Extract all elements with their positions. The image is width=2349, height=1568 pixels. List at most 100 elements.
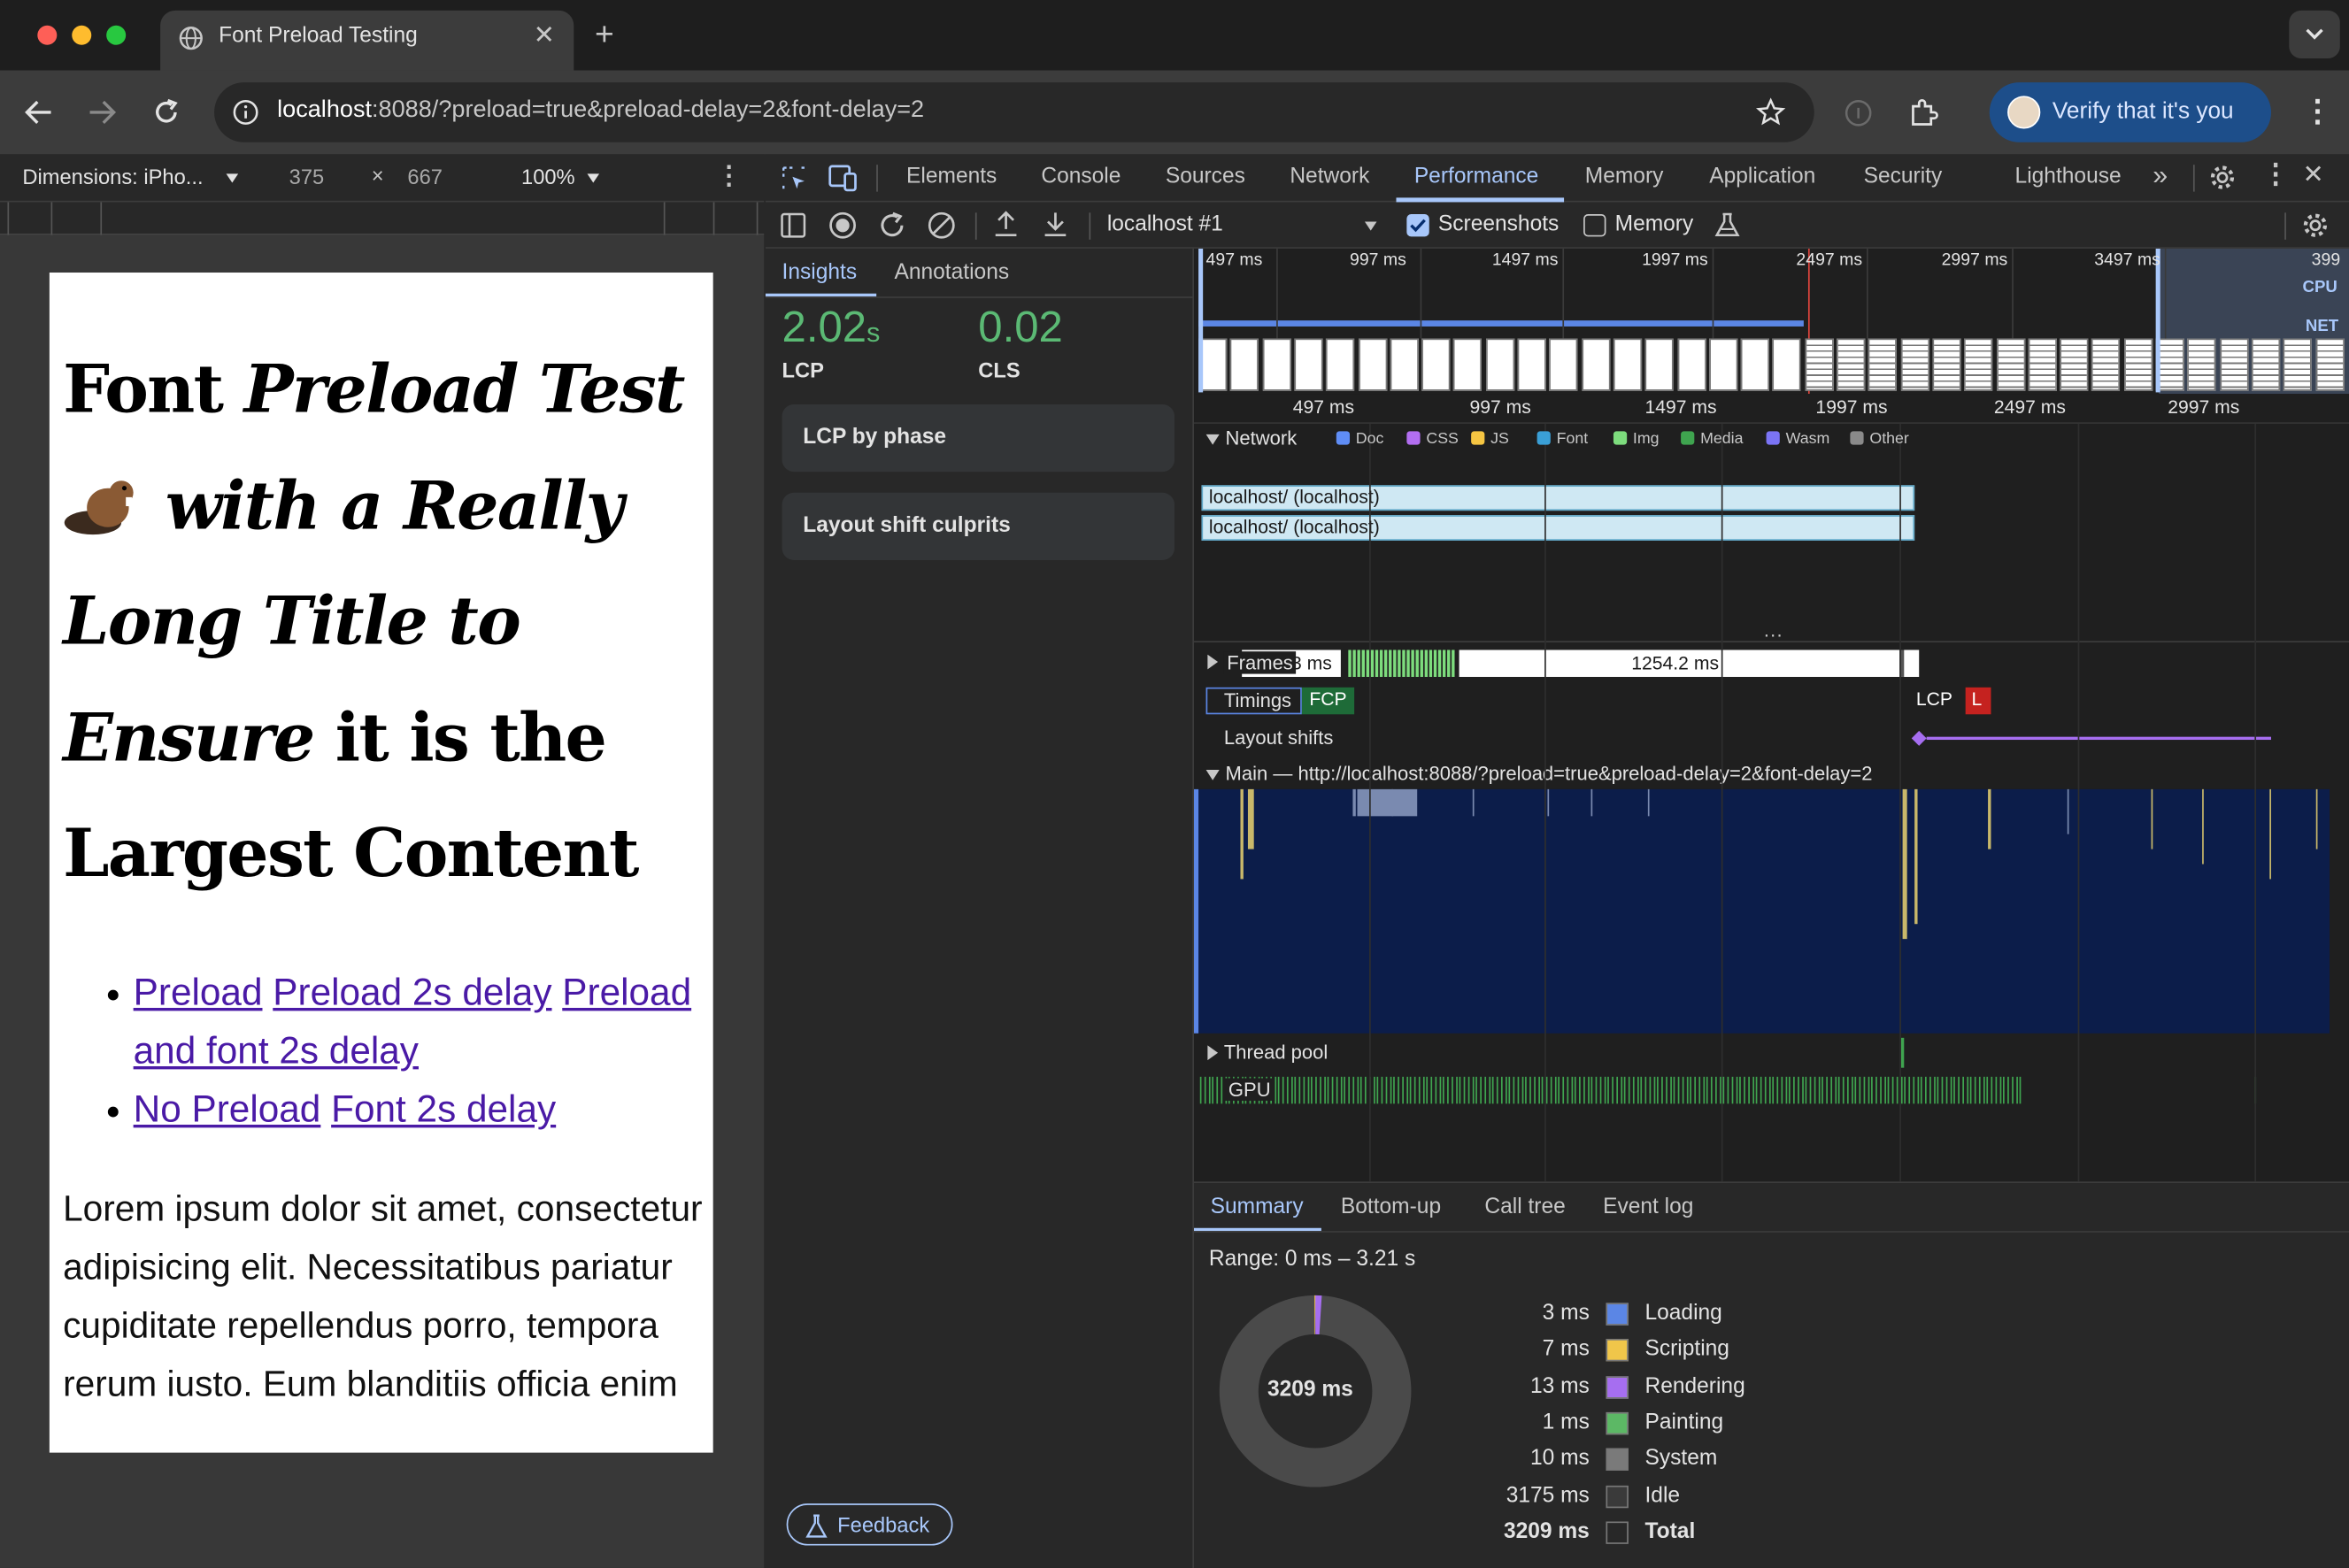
- tab-search-button[interactable]: [2289, 10, 2340, 59]
- fcp-marker[interactable]: FCP: [1301, 687, 1355, 715]
- browser-tab[interactable]: Font Preload Testing ✕: [160, 10, 574, 71]
- maximize-window-button[interactable]: [106, 25, 127, 45]
- layout-shift-marker[interactable]: L: [1965, 687, 1991, 715]
- tab-insights[interactable]: Insights: [782, 260, 858, 284]
- bookmark-star-icon[interactable]: [1756, 97, 1786, 127]
- new-tab-button[interactable]: +: [595, 15, 614, 54]
- reload-record-icon[interactable]: [878, 211, 906, 240]
- garbage-collect-icon[interactable]: [1714, 211, 1740, 240]
- filmstrip-frame[interactable]: [2251, 338, 2280, 391]
- link-font-2s-delay[interactable]: Font 2s delay: [331, 1088, 556, 1130]
- tab-summary[interactable]: Summary: [1211, 1195, 1304, 1219]
- tab-application[interactable]: Application: [1709, 165, 1815, 188]
- close-devtools-icon[interactable]: ✕: [2303, 160, 2324, 190]
- network-track-label[interactable]: Network: [1226, 427, 1298, 449]
- upload-icon[interactable]: [993, 210, 1019, 238]
- screenshots-checkbox[interactable]: [1406, 214, 1429, 237]
- main-thread-flamechart[interactable]: [1194, 788, 2330, 1034]
- layout-shifts-track-label[interactable]: Layout shifts: [1224, 726, 1334, 749]
- filmstrip-frame[interactable]: [1932, 338, 1961, 391]
- tab-annotations[interactable]: Annotations: [894, 260, 1009, 284]
- link-preload-2s-delay[interactable]: Preload 2s delay: [273, 972, 551, 1013]
- tab-security[interactable]: Security: [1864, 165, 1943, 188]
- main-thread-task[interactable]: [1357, 788, 1418, 817]
- tab-elements[interactable]: Elements: [906, 165, 997, 188]
- long-frame[interactable]: 1254.2 ms: [1459, 649, 1900, 677]
- recording-select[interactable]: localhost #1: [1107, 212, 1223, 236]
- feedback-button[interactable]: Feedback: [786, 1503, 953, 1546]
- thread-pool-track-label[interactable]: Thread pool: [1224, 1041, 1328, 1063]
- filmstrip-frame[interactable]: [2314, 338, 2345, 391]
- main-thread-task[interactable]: [1547, 788, 1550, 817]
- expand-triangle-icon[interactable]: [1205, 434, 1220, 447]
- gpu-track[interactable]: [1194, 1073, 2349, 1106]
- thread-pool-task[interactable]: [1900, 1037, 1905, 1068]
- clear-icon[interactable]: [928, 211, 956, 240]
- minimize-window-button[interactable]: [72, 25, 92, 45]
- filmstrip-frame[interactable]: [1549, 338, 1578, 391]
- site-info-icon[interactable]: [232, 99, 258, 126]
- more-tabs-icon[interactable]: »: [2153, 160, 2168, 192]
- tab-console[interactable]: Console: [1041, 165, 1121, 188]
- main-thread-task[interactable]: [1352, 788, 1356, 817]
- filmstrip-frame[interactable]: [1230, 338, 1259, 391]
- width-input[interactable]: 375: [289, 165, 325, 188]
- filmstrip-frame[interactable]: [1708, 338, 1738, 391]
- media-query-ruler[interactable]: [0, 202, 765, 235]
- capture-settings-icon[interactable]: [2301, 211, 2330, 240]
- devtools-menu-icon[interactable]: ⋮: [2262, 158, 2289, 190]
- filmstrip-frame[interactable]: [2091, 338, 2121, 391]
- main-thread-task[interactable]: [2067, 788, 2069, 834]
- filmstrip-frame[interactable]: [1868, 338, 1898, 391]
- link-no-preload[interactable]: No Preload: [134, 1088, 321, 1130]
- tab-performance[interactable]: Performance: [1414, 165, 1539, 188]
- frame[interactable]: [1900, 649, 1920, 677]
- filmstrip-frame[interactable]: [1613, 338, 1642, 391]
- toggle-sidebar-icon[interactable]: [781, 212, 806, 238]
- extensions-icon[interactable]: [1907, 96, 1940, 128]
- main-thread-task[interactable]: [1590, 788, 1593, 817]
- expand-triangle-icon[interactable]: [1205, 769, 1220, 782]
- tab-memory[interactable]: Memory: [1585, 165, 1664, 188]
- filmstrip-frame[interactable]: [1581, 338, 1610, 391]
- filmstrip-frame[interactable]: [2219, 338, 2248, 391]
- filmstrip-frame[interactable]: [1900, 338, 1929, 391]
- expand-triangle-icon[interactable]: [1207, 1045, 1219, 1061]
- filmstrip-frame[interactable]: [1453, 338, 1483, 391]
- layout-shift-diamond-icon[interactable]: [1910, 730, 1928, 746]
- main-thread-task[interactable]: [1240, 788, 1244, 880]
- main-thread-task[interactable]: [1902, 788, 1907, 940]
- filmstrip-frame[interactable]: [1485, 338, 1514, 391]
- record-icon[interactable]: [828, 211, 857, 240]
- filmstrip-frame[interactable]: [2187, 338, 2216, 391]
- main-thread-task[interactable]: [1988, 788, 1991, 849]
- tab-event-log[interactable]: Event log: [1603, 1195, 1693, 1219]
- download-icon[interactable]: [1043, 210, 1068, 238]
- device-menu-icon[interactable]: ⋮: [716, 162, 742, 192]
- device-mode-icon[interactable]: [828, 163, 859, 192]
- filmstrip-frame[interactable]: [2060, 338, 2089, 391]
- gpu-track-label[interactable]: GPU: [1223, 1078, 1275, 1101]
- range-handle-right[interactable]: [2155, 248, 2160, 393]
- main-thread-task[interactable]: [2315, 788, 2318, 849]
- tab-network[interactable]: Network: [1290, 165, 1369, 188]
- frames-track-label[interactable]: Frames: [1223, 651, 1297, 674]
- link-preload[interactable]: Preload: [134, 972, 263, 1013]
- tab-sources[interactable]: Sources: [1166, 165, 1245, 188]
- lcp-by-phase-card[interactable]: LCP by phase: [782, 404, 1174, 473]
- main-thread-task[interactable]: [2151, 788, 2153, 849]
- tab-bottom-up[interactable]: Bottom-up: [1341, 1195, 1441, 1219]
- close-window-button[interactable]: [37, 25, 58, 45]
- settings-gear-icon[interactable]: [2208, 163, 2237, 191]
- main-thread-task[interactable]: [1391, 788, 1394, 817]
- tab-lighthouse[interactable]: Lighthouse: [2015, 165, 2122, 188]
- main-thread-task[interactable]: [2202, 788, 2204, 865]
- tab-call-tree[interactable]: Call tree: [1484, 1195, 1565, 1219]
- filmstrip-frame[interactable]: [1421, 338, 1451, 391]
- memory-checkbox[interactable]: [1583, 214, 1606, 237]
- address-bar[interactable]: localhost:8088/?preload=true&preload-del…: [214, 82, 1814, 142]
- main-thread-task[interactable]: [1647, 788, 1650, 817]
- filmstrip-frame[interactable]: [1294, 338, 1323, 391]
- expand-triangle-icon[interactable]: [1207, 654, 1219, 670]
- dimensions-select[interactable]: Dimensions: iPho...: [22, 165, 203, 188]
